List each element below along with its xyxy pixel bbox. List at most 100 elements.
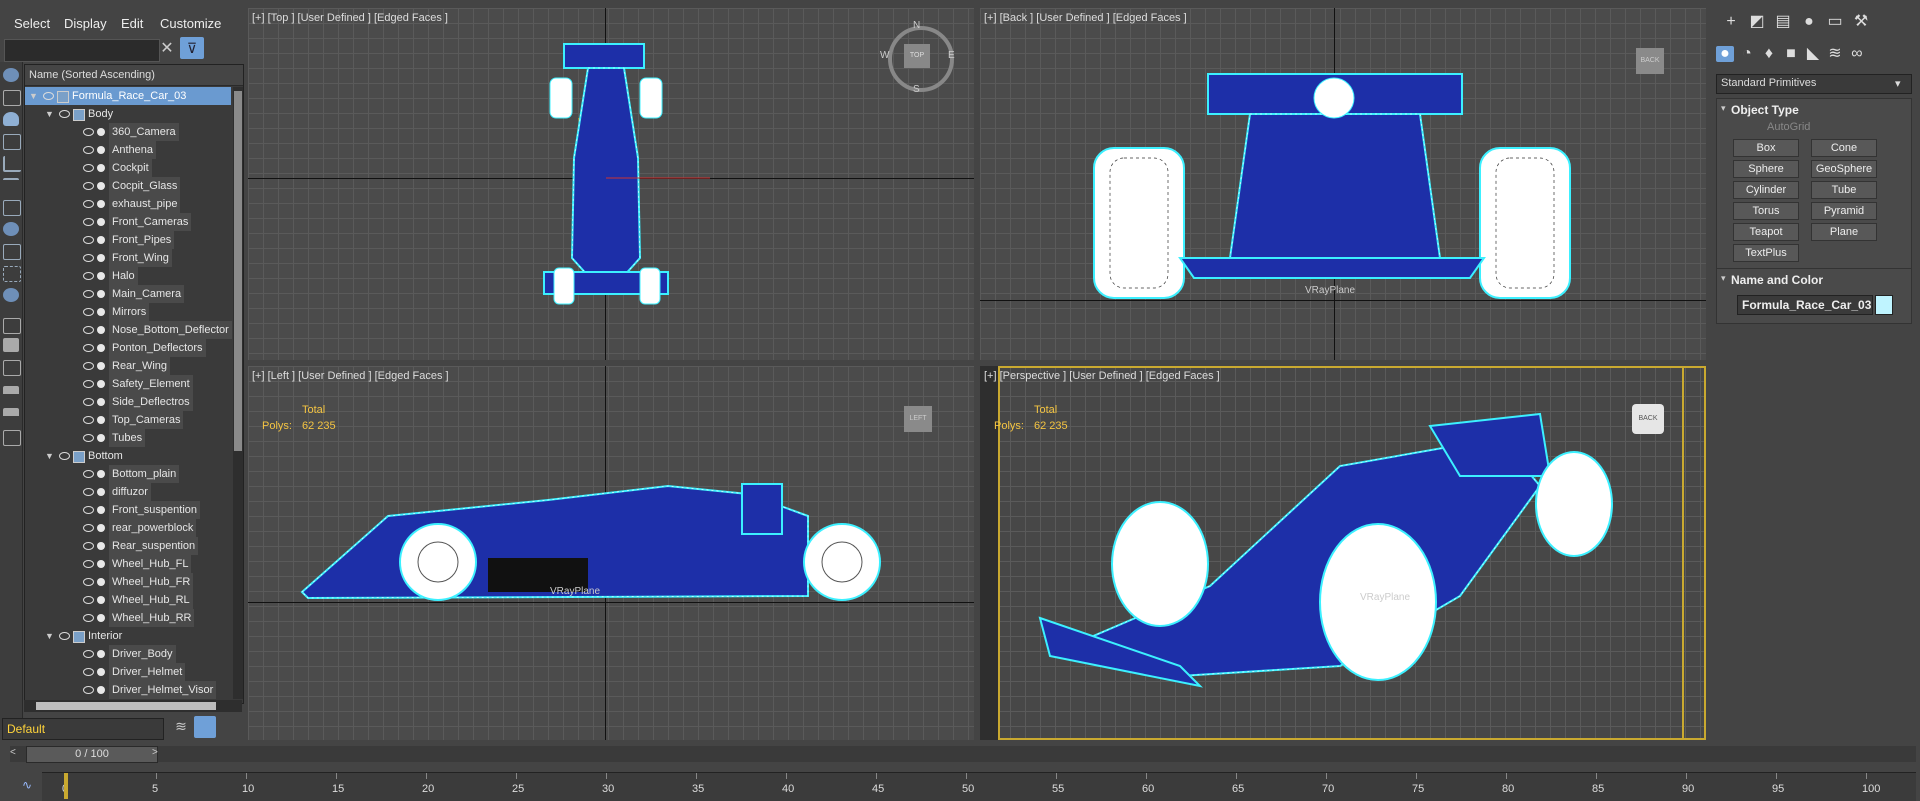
eye-icon[interactable] [83,650,94,658]
pyramid-button[interactable]: Pyramid [1811,202,1877,220]
eye-icon[interactable] [83,362,94,370]
tree-object-row[interactable]: Driver_Helmet_Visor [25,681,231,699]
viewport-back[interactable]: [+] [Back ] [User Defined ] [Edged Faces… [980,8,1706,360]
eye-icon[interactable] [83,542,94,550]
bone-icon[interactable] [3,244,21,260]
camera-icon[interactable] [3,134,21,150]
tree-object-row[interactable]: Cockpit [25,159,231,177]
box-button[interactable]: Box [1733,139,1799,157]
eye-icon[interactable] [83,218,94,226]
curve-editor-icon[interactable]: ∿ [14,772,40,798]
folder-icon[interactable] [3,430,21,446]
teapot-button[interactable]: Teapot [1733,223,1799,241]
tree-object-row[interactable]: Main_Camera [25,285,231,303]
tree-object-row[interactable]: rear_powerblock [25,519,231,537]
eye-icon[interactable] [59,452,70,460]
collapse-icon[interactable]: ▾ [1721,273,1726,284]
next-frame-icon[interactable]: > [152,747,158,758]
geosphere-button[interactable]: GeoSphere [1811,160,1877,178]
sphere-icon[interactable] [3,68,19,82]
explorer-search-input[interactable] [4,39,160,62]
eye-icon[interactable] [83,128,94,136]
tree-object-row[interactable]: Safety_Element [25,375,231,393]
tree-object-row[interactable]: Wheel_Hub_RR [25,609,231,627]
eye-icon[interactable] [83,182,94,190]
time-slider[interactable]: 0 / 100 [26,746,158,763]
light-icon[interactable] [3,112,19,126]
expand-toggle-icon[interactable]: ▼ [29,87,38,105]
tree-object-row[interactable]: Cocpit_Glass [25,177,231,195]
eye-icon[interactable] [83,560,94,568]
tree-object-row[interactable]: 360_Camera [25,123,231,141]
tree-object-row[interactable]: Front_Pipes [25,231,231,249]
time-slider-track[interactable] [10,746,1916,762]
eye-icon[interactable] [59,110,70,118]
tree-object-row[interactable]: Mirrors [25,303,231,321]
eye-icon[interactable] [83,344,94,352]
eye-icon[interactable] [83,290,94,298]
spacewarps-icon[interactable]: ≋ [1826,46,1844,62]
layers-icon[interactable]: ≋ [172,718,190,738]
layer-dropdown[interactable]: Default [2,718,164,740]
expand-toggle-icon[interactable]: ▼ [45,447,54,465]
tree-layer-row[interactable]: ▼ Interior [25,627,231,645]
track-bar[interactable]: 0510152025303540455055606570758085909510… [42,772,1916,801]
lights-icon[interactable]: ♦ [1760,46,1778,62]
tree-object-row[interactable]: Bottom_plain [25,465,231,483]
tree-object-row[interactable]: Driver_Body [25,645,231,663]
current-frame-marker[interactable] [64,773,68,799]
tree-object-row[interactable]: Top_Cameras [25,411,231,429]
tree-object-row[interactable]: Front_Cameras [25,213,231,231]
eye-icon[interactable] [83,434,94,442]
eye-icon[interactable] [83,326,94,334]
eye-icon[interactable] [59,632,70,640]
eye-icon[interactable] [83,578,94,586]
eye-icon[interactable] [83,596,94,604]
geometry-icon[interactable]: ● [1716,46,1734,62]
viewport-top[interactable]: [+] [Top ] [User Defined ] [Edged Faces … [248,8,974,360]
object-color-swatch[interactable] [1875,295,1893,315]
tree-object-row[interactable]: Front_Wing [25,249,231,267]
tree-layer-row[interactable]: ▼ Body [25,105,231,123]
expand-toggle-icon[interactable]: ▼ [45,627,54,645]
list-icon[interactable] [3,360,21,376]
plane-button[interactable]: Plane [1811,223,1877,241]
create-tab-icon[interactable]: + [1722,14,1740,30]
textplus-button[interactable]: TextPlus [1733,244,1799,262]
viewcube[interactable]: BACK [1636,48,1664,74]
eye-icon[interactable] [83,164,94,172]
scene-icon[interactable] [3,318,21,334]
clear-icon[interactable]: ✕ [158,40,176,58]
hierarchy-tab-icon[interactable]: ▤ [1774,14,1792,30]
filter-icon[interactable]: ⊽ [180,37,204,59]
eye-icon[interactable] [83,398,94,406]
torus-button[interactable]: Torus [1733,202,1799,220]
eye-icon[interactable] [83,254,94,262]
eye-icon[interactable] [83,488,94,496]
helpers-icon[interactable]: ◣ [1804,46,1822,62]
viewport-left[interactable]: [+] [Left ] [User Defined ] [Edged Faces… [248,366,974,740]
horizontal-scrollbar[interactable] [24,700,242,712]
eye-icon[interactable] [43,92,54,100]
eye-icon[interactable] [83,200,94,208]
freeze-icon[interactable] [3,266,21,282]
eye-icon[interactable] [83,524,94,532]
group-icon[interactable] [3,200,21,216]
tree-object-row[interactable]: Rear_suspention [25,537,231,555]
tree-object-row[interactable]: exhaust_pipe [25,195,231,213]
menu-display[interactable]: Display [64,16,107,31]
tree-object-row[interactable]: diffuzor [25,483,231,501]
viewport-perspective[interactable]: [+] [Perspective ] [User Defined ] [Edge… [980,366,1706,740]
eye-icon[interactable] [83,146,94,154]
filter-list-icon[interactable] [3,408,19,430]
display-tab-icon[interactable]: ▭ [1826,14,1844,30]
shapes-icon[interactable]: ◔ [1738,46,1756,62]
eye-icon[interactable] [83,236,94,244]
eye-icon[interactable] [83,416,94,424]
vertical-scrollbar[interactable] [233,87,243,699]
sphere-button[interactable]: Sphere [1733,160,1799,178]
tree-root-row[interactable]: ▼ Formula_Race_Car_03 [25,87,231,105]
viewcube[interactable]: LEFT [904,406,932,432]
spacewarp-icon[interactable] [3,178,19,194]
eye-icon[interactable] [83,470,94,478]
